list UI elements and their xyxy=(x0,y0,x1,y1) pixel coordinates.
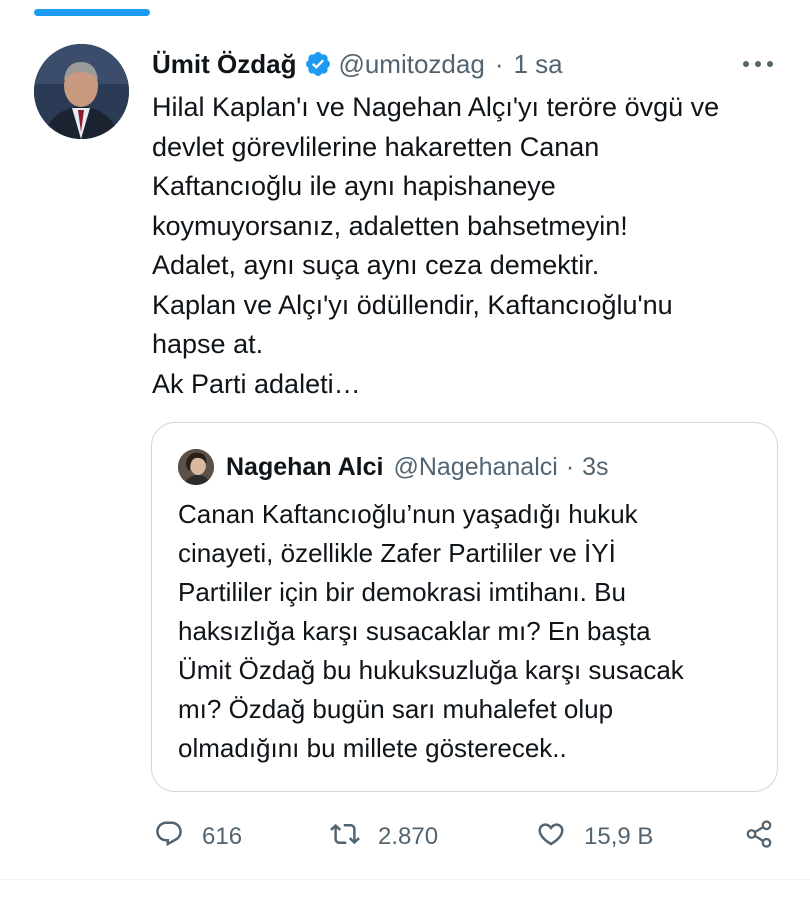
tweet-timestamp[interactable]: 1 sa xyxy=(513,49,562,80)
quoted-tweet[interactable]: Nagehan Alci @Nagehanalci · 3s Canan Kaf… xyxy=(151,422,778,792)
author-handle[interactable]: @umitozdag xyxy=(338,49,484,80)
quoted-text-line: Ümit Özdağ bu hukuksuzluğa karşı susacak xyxy=(178,655,684,685)
retweet-count: 2.870 xyxy=(378,823,439,850)
tweet-text-line: hapse at. xyxy=(152,329,264,359)
quoted-author-name[interactable]: Nagehan Alci xyxy=(226,453,383,482)
retweet-button[interactable]: 2.870 xyxy=(330,812,438,862)
tweet-text-line: Kaplan ve Alçı'yı ödüllendir, Kaftancıoğ… xyxy=(152,289,673,320)
share-icon xyxy=(744,819,774,856)
tweet-text-line: Ak Parti adaleti… xyxy=(152,368,361,399)
reply-count: 616 xyxy=(202,823,243,850)
like-button[interactable]: 15,9 B xyxy=(536,812,653,862)
quoted-author-handle[interactable]: @Nagehanalci xyxy=(393,453,557,482)
tweet-text-line: Adalet, aynı suça aynı ceza demektir. xyxy=(152,250,600,280)
separator-dot: · xyxy=(565,452,575,481)
quoted-timestamp[interactable]: 3s xyxy=(582,453,608,482)
author-name[interactable]: Ümit Özdağ xyxy=(152,49,296,80)
quoted-text-line: haksızlığa karşı susacaklar mı? En başta xyxy=(178,616,651,646)
action-bar: 616 2.870 15,9 B xyxy=(0,812,810,862)
tweet-text-line: devlet görevlilerine hakaretten Canan xyxy=(152,131,600,162)
reply-icon xyxy=(154,819,184,856)
tweet: Ümit Özdağ @umitozdag · 1 sa Hilal Kapla… xyxy=(0,0,810,899)
retweet-icon xyxy=(330,819,360,856)
quoted-avatar[interactable] xyxy=(178,449,214,485)
tweet-text-line: Hilal Kaplan'ı ve Nagehan Alçı'yı teröre… xyxy=(152,92,720,122)
verified-badge-icon xyxy=(304,50,332,78)
tweet-text-line: Kaftancıoğlu ile aynı hapishaneye xyxy=(152,171,556,201)
separator-dot: · xyxy=(494,48,504,79)
quoted-header: Nagehan Alci @Nagehanalci · 3s xyxy=(226,449,609,485)
tweet-text-line: koymuyorsanız, adaletten bahsetmeyin! xyxy=(152,210,628,241)
reply-button[interactable]: 616 xyxy=(154,812,242,862)
tweet-text: Hilal Kaplan'ı ve Nagehan Alçı'yı teröre… xyxy=(152,88,782,404)
quoted-text: Canan Kaftancıoğlu’nun yaşadığı hukuk ci… xyxy=(178,495,758,768)
quoted-text-line: Canan Kaftancıoğlu’nun yaşadığı hukuk xyxy=(178,499,638,529)
quoted-text-line: cinayeti, özellikle Zafer Partililer ve … xyxy=(178,538,616,568)
divider xyxy=(0,879,810,880)
quoted-text-line: olmadığını bu millete gösterecek.. xyxy=(178,733,567,763)
more-options-icon[interactable] xyxy=(738,52,778,76)
quoted-text-line: mı? Özdağ bugün sarı muhalefet olup xyxy=(178,694,614,724)
share-button[interactable] xyxy=(744,812,774,862)
avatar[interactable] xyxy=(34,44,129,139)
like-count: 15,9 B xyxy=(584,823,654,850)
quoted-text-line: Partililer için bir demokrasi imtihanı. … xyxy=(178,577,626,607)
tab-indicator xyxy=(34,9,150,16)
tweet-header: Ümit Özdağ @umitozdag · 1 sa xyxy=(152,44,563,84)
like-icon xyxy=(536,819,566,856)
